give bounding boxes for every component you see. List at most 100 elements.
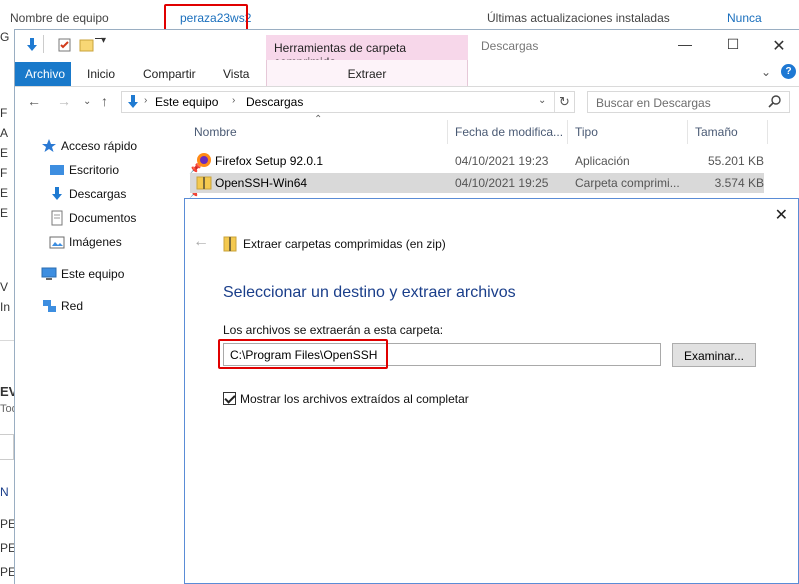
maximize-icon[interactable]: ☐	[723, 36, 743, 56]
column-separator	[447, 120, 448, 144]
bg-filter-box[interactable]	[0, 434, 14, 460]
file-size: 55.201 KB	[707, 154, 764, 168]
tab-inicio[interactable]: Inicio	[87, 62, 115, 86]
address-bar[interactable]: › Este equipo › Descargas ⌄ ↻	[121, 91, 575, 113]
column-tamano[interactable]: Tamaño	[695, 125, 738, 139]
nav-label: Descargas	[69, 187, 127, 201]
bg-column-header: N	[0, 485, 9, 499]
show-files-checkbox[interactable]	[223, 392, 236, 405]
download-arrow-icon	[49, 186, 65, 202]
forward-arrow-icon[interactable]: →	[57, 93, 71, 109]
file-name: OpenSSH-Win64	[215, 176, 308, 190]
bg-edge-letter: A	[0, 126, 9, 140]
search-icon[interactable]	[768, 95, 781, 111]
back-arrow-icon[interactable]: ←	[27, 93, 41, 109]
column-separator	[567, 120, 568, 144]
refresh-icon[interactable]: ↻	[559, 94, 570, 110]
breadcrumb-separator-icon: ›	[232, 95, 236, 106]
firefox-icon	[196, 152, 212, 171]
customize-toolbar-icon[interactable]: ▾	[101, 35, 106, 46]
destination-label: Los archivos se extraerán a esta carpeta…	[223, 323, 444, 337]
address-row: ← → ⌄ ↑ › Este equipo › Descargas ⌄ ↻ Bu…	[15, 87, 799, 117]
column-separator	[687, 120, 688, 144]
tab-vista[interactable]: Vista	[223, 62, 249, 86]
file-row[interactable]: Firefox Setup 92.0.1 04/10/2021 19:23 Ap…	[190, 151, 764, 171]
nav-label: Documentos	[69, 211, 137, 225]
file-type: Aplicación	[575, 154, 630, 168]
bg-list-item: PE	[0, 517, 17, 531]
dialog-close-icon[interactable]: ✕	[775, 205, 788, 225]
computer-name-label: Nombre de equipo	[10, 11, 109, 25]
column-tipo[interactable]: Tipo	[575, 125, 598, 139]
window-title: Descargas	[481, 39, 539, 53]
bg-edge-letter: F	[0, 106, 8, 120]
address-dropdown-icon[interactable]: ⌄	[538, 95, 546, 106]
breadcrumb-descargas[interactable]: Descargas	[246, 95, 303, 109]
breadcrumb-este-equipo[interactable]: Este equipo	[155, 95, 218, 109]
bg-edge-letter: V	[0, 280, 9, 294]
dialog-back-arrow-icon[interactable]: ←	[193, 233, 209, 251]
downloads-location-icon	[125, 94, 141, 113]
bg-edge-letter: G	[0, 30, 10, 44]
bg-list-item: PE	[0, 565, 17, 579]
help-icon[interactable]: ?	[781, 64, 796, 79]
sort-up-icon: ⌃	[314, 114, 323, 125]
bg-section-title: EV	[0, 384, 18, 399]
zip-folder-icon	[223, 236, 237, 255]
column-separator	[767, 120, 768, 144]
column-nombre[interactable]: Nombre	[194, 125, 237, 139]
chevron-down-icon[interactable]: ⌄	[761, 65, 771, 79]
file-name: Firefox Setup 92.0.1	[215, 154, 324, 168]
bg-list-item: PE	[0, 541, 17, 555]
highlight-destination-path	[218, 339, 388, 369]
dialog-heading: Seleccionar un destino y extraer archivo…	[223, 284, 516, 301]
file-row-selected[interactable]: OpenSSH-Win64 04/10/2021 19:25 Carpeta c…	[190, 173, 764, 193]
nav-label: Escritorio	[69, 163, 120, 177]
bg-edge-letter: In	[0, 300, 11, 314]
show-files-label: Mostrar los archivos extraídos al comple…	[240, 392, 469, 406]
file-date: 04/10/2021 19:23	[455, 154, 549, 168]
minimize-icon[interactable]: —	[675, 36, 695, 56]
computer-icon	[41, 266, 57, 282]
search-input[interactable]: Buscar en Descargas	[587, 91, 790, 113]
bg-edge-letter: E	[0, 206, 9, 220]
updates-link[interactable]: Nunca	[727, 11, 762, 25]
nav-label: Este equipo	[61, 267, 125, 281]
nav-label: Red	[61, 299, 84, 313]
star-icon	[41, 138, 57, 154]
address-divider	[554, 92, 555, 112]
tab-archivo[interactable]: Archivo	[15, 62, 71, 86]
zip-folder-icon	[196, 174, 212, 193]
bg-edge-letter: F	[0, 166, 8, 180]
file-size: 3.574 KB	[714, 176, 764, 190]
close-icon[interactable]: ✕	[769, 36, 789, 56]
highlight-computer-name	[164, 4, 248, 31]
file-type: Carpeta comprimi...	[575, 176, 680, 190]
toolbar-divider	[43, 35, 44, 53]
bg-divider	[0, 340, 14, 341]
tab-compartir[interactable]: Compartir	[143, 62, 196, 86]
file-date: 04/10/2021 19:25	[455, 176, 549, 190]
desktop-icon	[49, 162, 65, 178]
document-icon	[49, 210, 65, 226]
recent-chevron-icon[interactable]: ⌄	[83, 96, 91, 107]
new-folder-icon[interactable]	[79, 37, 95, 56]
context-tab-header: Herramientas de carpeta comprimida	[266, 35, 468, 69]
breadcrumb-separator-icon: ›	[144, 95, 148, 106]
browse-button[interactable]: Examinar...	[672, 343, 756, 367]
updates-label: Últimas actualizaciones instaladas	[487, 11, 670, 25]
bg-edge-letter: E	[0, 186, 9, 200]
column-fecha[interactable]: Fecha de modifica...	[455, 125, 563, 139]
bg-section-sub: Tod	[0, 403, 18, 415]
toolbar-line	[95, 38, 105, 39]
bg-edge-letter: E	[0, 146, 9, 160]
pictures-icon	[49, 234, 65, 250]
nav-label: Acceso rápido	[61, 139, 138, 153]
tab-extraer[interactable]: Extraer	[266, 60, 468, 86]
up-arrow-icon[interactable]: ↑	[101, 93, 108, 109]
download-arrow-icon[interactable]	[24, 37, 40, 56]
network-icon	[41, 298, 57, 314]
properties-icon[interactable]	[57, 37, 73, 56]
extract-dialog: ✕ ← Extraer carpetas comprimidas (en zip…	[184, 198, 799, 584]
nav-label: Imágenes	[69, 235, 122, 249]
